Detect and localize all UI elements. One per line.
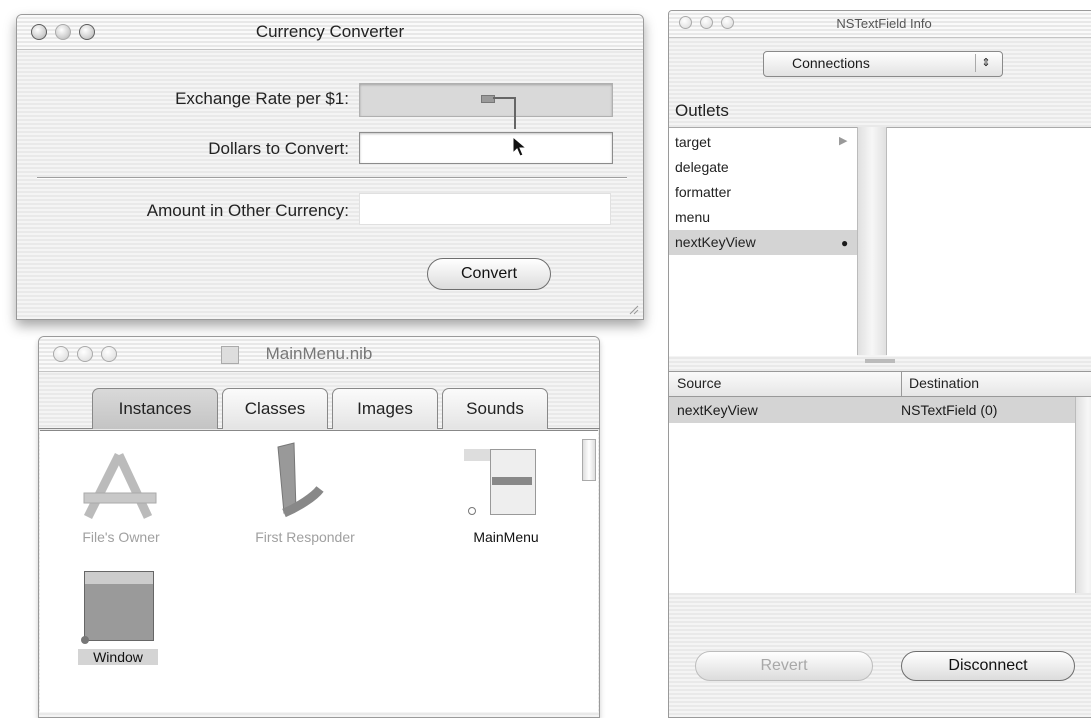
instances-pane: File's Owner First Responder MainMenu Wi…: [40, 430, 598, 712]
instance-label: File's Owner: [82, 529, 160, 545]
connected-dot-icon: ●: [841, 236, 849, 250]
instance-label: First Responder: [255, 529, 355, 545]
popup-arrows-icon: ⇕: [975, 54, 996, 72]
column-divider: [901, 372, 902, 396]
separator: [37, 177, 627, 179]
dollars-label: Dollars to Convert:: [208, 139, 349, 158]
connection-source: nextKeyView: [677, 402, 758, 418]
dollars-field[interactable]: [359, 132, 613, 164]
window-title: Currency Converter: [255, 22, 405, 41]
tab-images[interactable]: Images: [332, 388, 438, 429]
cursor-arrow-icon: [512, 135, 528, 157]
amount-label: Amount in Other Currency:: [146, 201, 349, 220]
window-icon[interactable]: [81, 571, 154, 644]
inspector-popup[interactable]: Connections ⇕: [763, 51, 1003, 77]
amount-field: [359, 193, 611, 225]
app-icon[interactable]: [78, 451, 160, 523]
outlet-row-formatter[interactable]: formatter: [675, 180, 731, 205]
outlets-header: Outlets: [675, 101, 729, 120]
first-responder-icon[interactable]: [248, 441, 328, 527]
scrollbar[interactable]: [582, 439, 596, 481]
tab-classes[interactable]: Classes: [222, 388, 328, 429]
column-header-source[interactable]: Source: [677, 375, 721, 391]
instance-label: Window: [78, 649, 158, 665]
info-titlebar[interactable]: NSTextField Info: [669, 11, 1091, 38]
resize-grip-icon[interactable]: [627, 303, 639, 315]
window-title: MainMenu.nib: [265, 344, 373, 363]
outlet-row-target[interactable]: target: [675, 130, 711, 155]
instance-label: MainMenu: [473, 529, 539, 545]
outlets-scrollbar[interactable]: [857, 127, 887, 355]
convert-button[interactable]: Convert: [427, 258, 551, 290]
popup-value: Connections: [792, 55, 870, 71]
outlet-row-menu[interactable]: menu: [675, 205, 710, 230]
outlet-row-nextkeyview[interactable]: nextKeyView: [675, 230, 756, 255]
targets-list: [887, 127, 1091, 356]
nib-titlebar[interactable]: MainMenu.nib: [39, 337, 599, 372]
window-title: NSTextField Info: [836, 16, 932, 31]
main-menu-icon[interactable]: [464, 449, 536, 519]
table-row[interactable]: nextKeyView NSTextField (0): [669, 397, 1075, 423]
connections-scrollbar[interactable]: [1075, 397, 1091, 593]
currency-converter-window: Currency Converter Exchange Rate per $1:…: [16, 14, 644, 320]
splitter-handle[interactable]: [865, 359, 895, 363]
column-header-destination[interactable]: Destination: [909, 375, 979, 391]
info-panel: NSTextField Info Connections ⇕ Outlets t…: [668, 10, 1091, 718]
connections-header-row: Source Destination: [669, 371, 1091, 397]
tab-sounds[interactable]: Sounds: [442, 388, 548, 429]
outlet-row-delegate[interactable]: delegate: [675, 155, 729, 180]
outlets-list: target ▶ delegate formatter menu nextKey…: [669, 127, 857, 356]
connection-line-h: [493, 97, 515, 99]
tab-instances[interactable]: Instances: [92, 388, 218, 429]
exchange-rate-label: Exchange Rate per $1:: [175, 89, 349, 108]
connections-table: nextKeyView NSTextField (0): [669, 397, 1075, 593]
expand-arrow-icon: ▶: [839, 135, 848, 147]
converter-titlebar[interactable]: Currency Converter: [17, 15, 643, 50]
connection-destination: NSTextField (0): [901, 402, 998, 418]
revert-button[interactable]: Revert: [695, 651, 873, 681]
disconnect-button[interactable]: Disconnect: [901, 651, 1075, 681]
connection-line-v: [514, 97, 516, 129]
